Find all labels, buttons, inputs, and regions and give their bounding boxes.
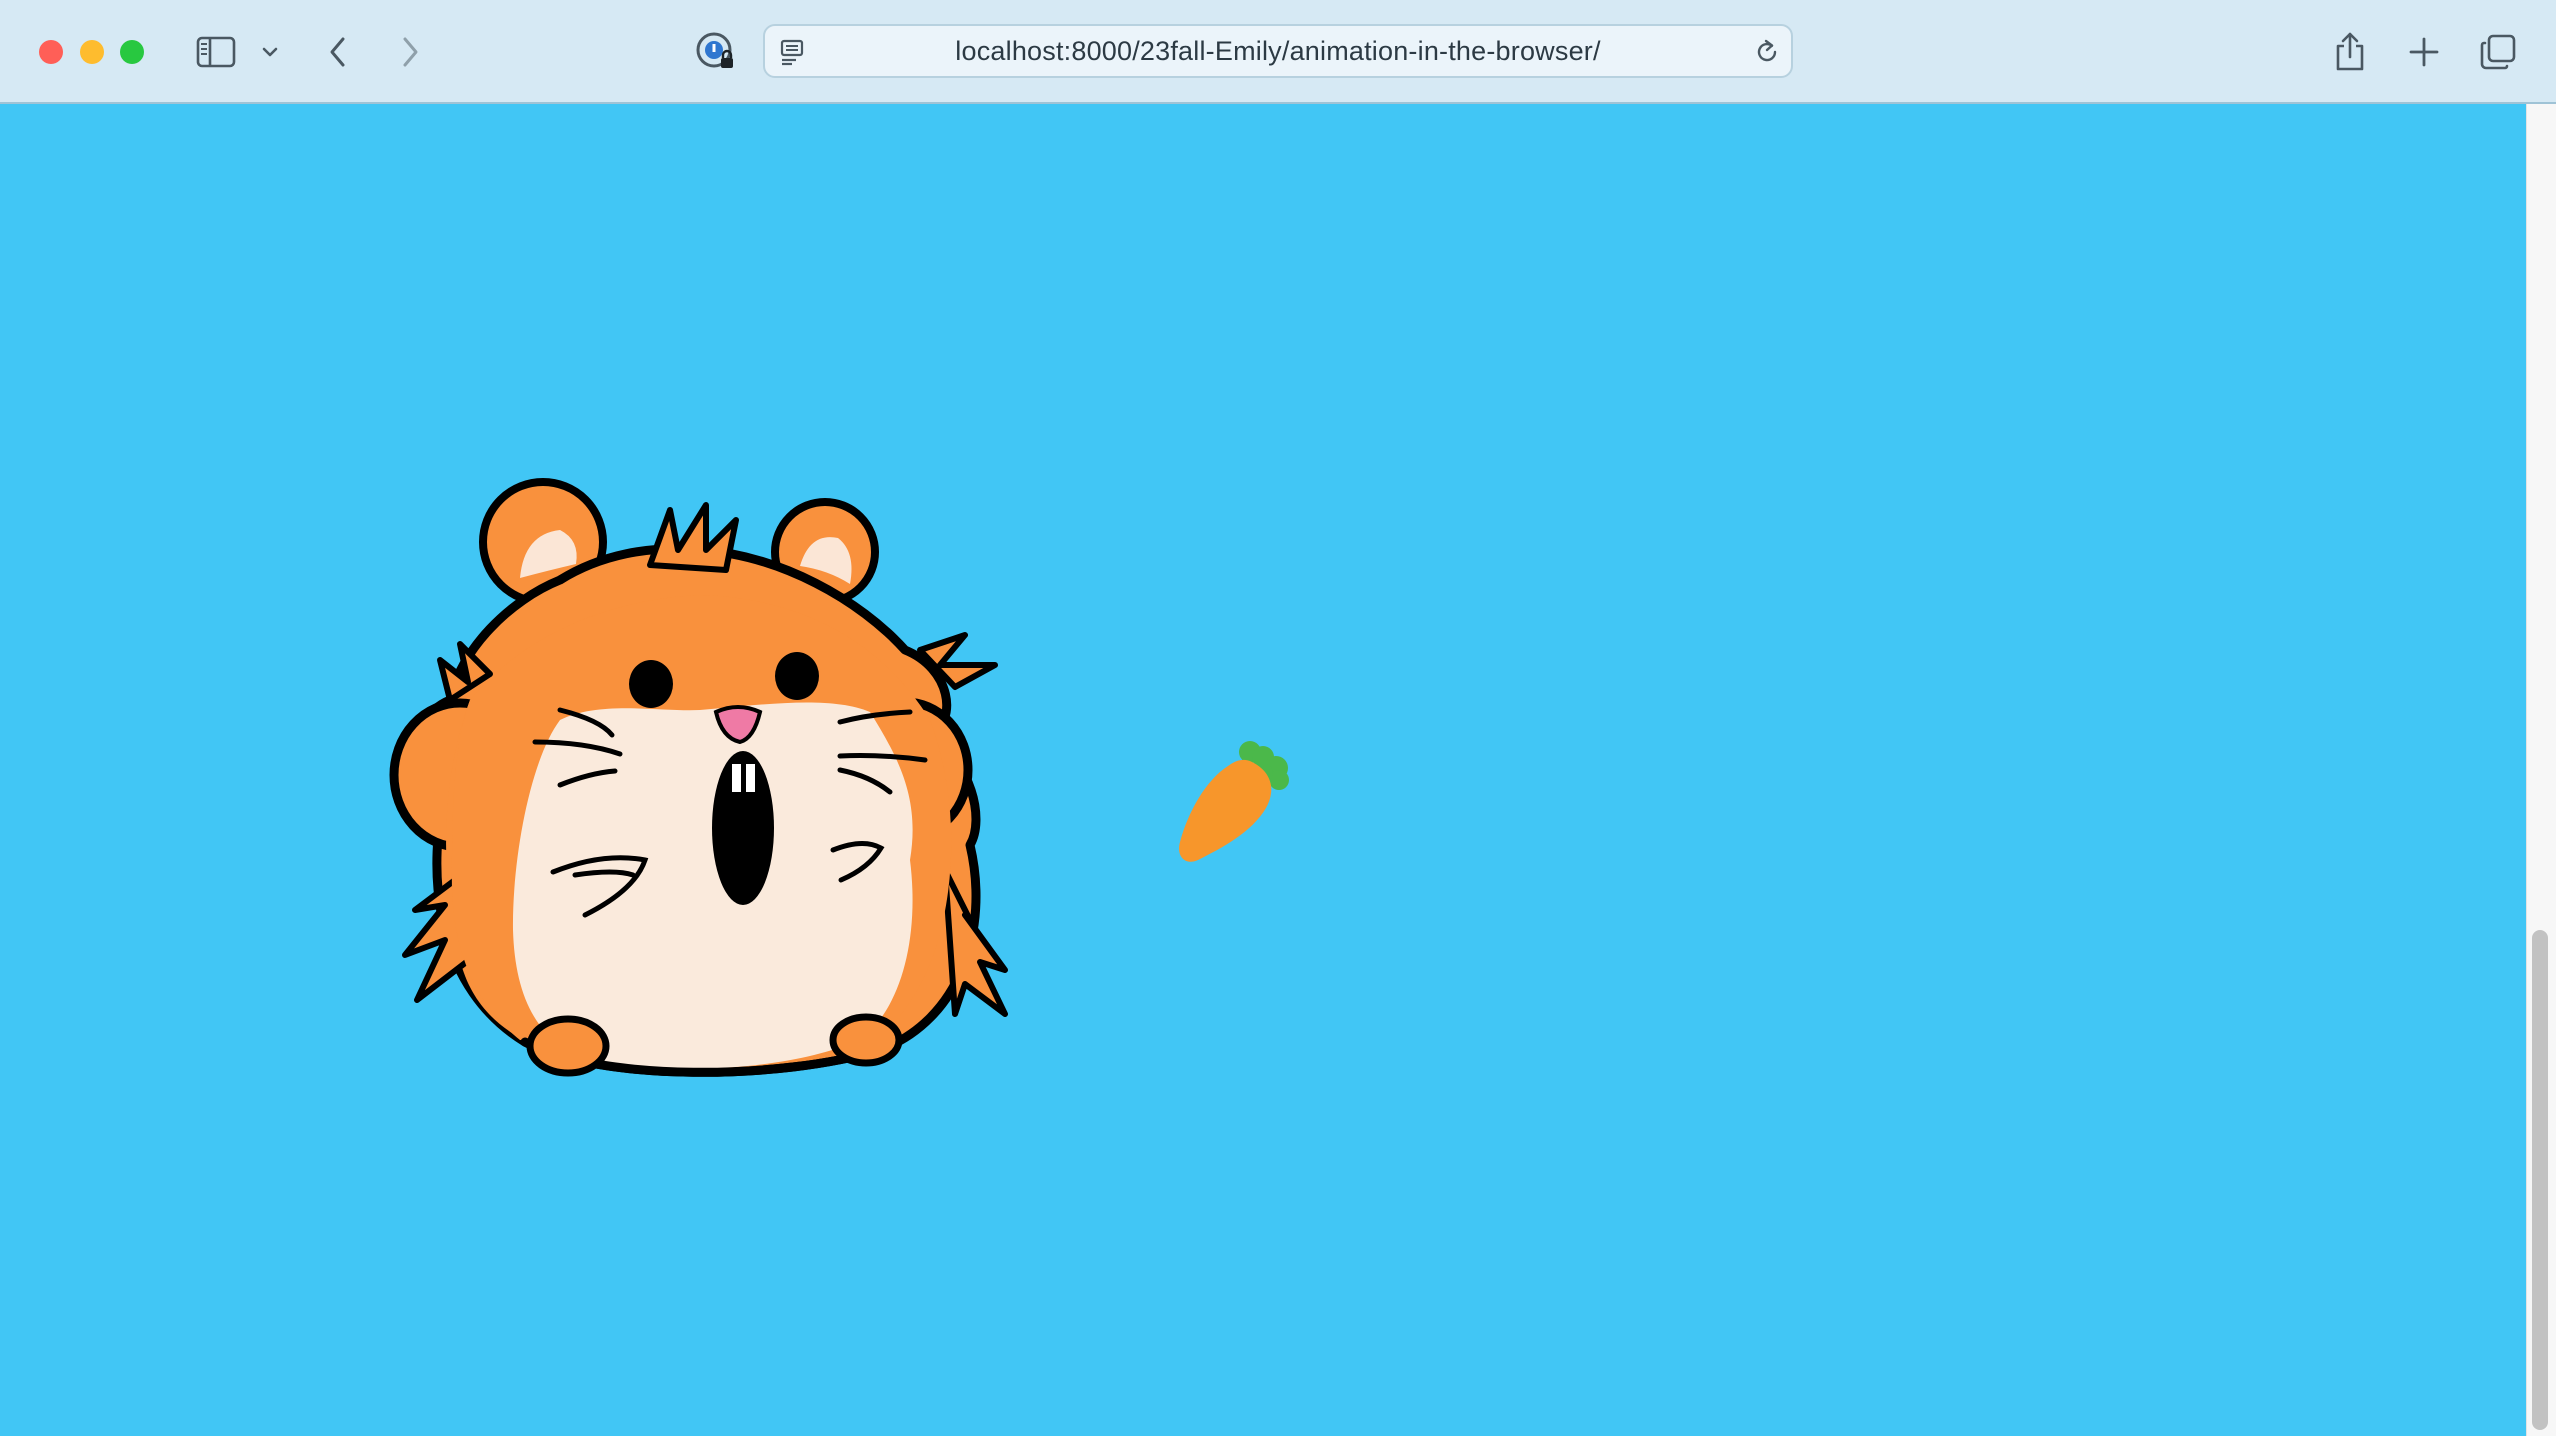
hamster-foot-left bbox=[526, 1015, 610, 1077]
password-manager-button[interactable] bbox=[692, 26, 740, 78]
carrot-illustration bbox=[1179, 741, 1289, 862]
maximize-window-button[interactable] bbox=[120, 40, 144, 64]
close-window-button[interactable] bbox=[39, 40, 63, 64]
sidebar-toggle-button[interactable] bbox=[192, 26, 240, 78]
url-text: localhost:8000/23fall-Emily/animation-in… bbox=[955, 35, 1601, 66]
browser-toolbar: localhost:8000/23fall-Emily/animation-in… bbox=[0, 0, 2556, 104]
minimize-window-button[interactable] bbox=[80, 40, 104, 64]
hamster-body bbox=[389, 502, 1008, 1077]
tab-overview-button[interactable] bbox=[2476, 26, 2520, 78]
tab-overview-icon bbox=[2480, 34, 2516, 70]
scrollbar-thumb[interactable] bbox=[2532, 930, 2548, 1430]
hamster-eye-right bbox=[775, 652, 819, 700]
carrot-body bbox=[1179, 759, 1272, 862]
new-tab-button[interactable] bbox=[2402, 26, 2446, 78]
reload-button[interactable] bbox=[1751, 36, 1783, 68]
plus-icon bbox=[2409, 37, 2439, 67]
reload-icon bbox=[1757, 39, 1777, 62]
hamster-mouth bbox=[712, 751, 774, 905]
chevron-down-icon bbox=[262, 47, 278, 57]
hamster-eye-left bbox=[629, 660, 673, 708]
sidebar-icon bbox=[196, 36, 236, 68]
chevron-left-icon bbox=[330, 37, 345, 67]
forward-button[interactable] bbox=[390, 26, 430, 78]
hamster-illustration bbox=[389, 478, 1008, 1077]
share-button[interactable] bbox=[2328, 26, 2372, 78]
address-bar[interactable]: localhost:8000/23fall-Emily/animation-in… bbox=[763, 24, 1793, 78]
back-button[interactable] bbox=[318, 26, 358, 78]
sidebar-menu-button[interactable] bbox=[256, 26, 284, 78]
password-manager-icon bbox=[696, 32, 733, 68]
chevron-right-icon bbox=[403, 37, 418, 67]
share-icon bbox=[2336, 32, 2364, 71]
hamster-foot-right bbox=[829, 1013, 903, 1067]
